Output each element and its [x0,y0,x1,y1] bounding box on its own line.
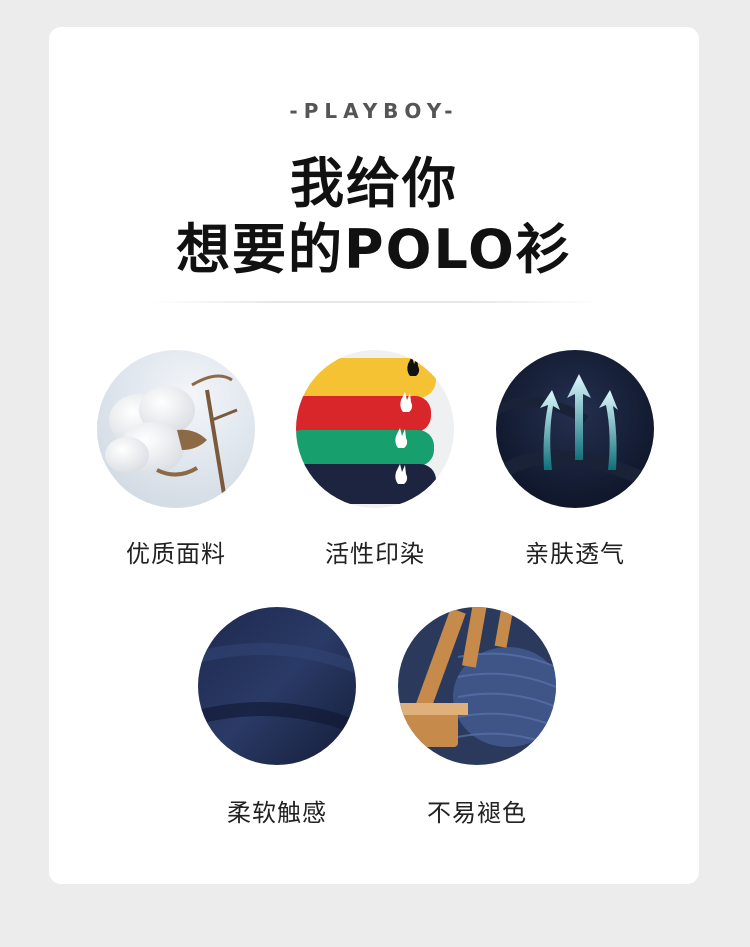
feature-reactive-dyeing: 活性印染 [285,350,465,569]
feature-label: 不易褪色 [427,799,527,827]
content-card: -PLAYBOY- 我给你 想要的POLO衫 优质面料 活性印染 亲肤透气 柔软… [49,27,699,884]
feature-label: 优质面料 [126,540,226,568]
feature-breathable: 亲肤透气 [485,350,665,569]
feature-label: 亲肤透气 [525,540,625,568]
breathable-arrows-icon [496,350,654,508]
feature-premium-fabric: 优质面料 [86,350,266,569]
feature-label: 柔软触感 [227,799,327,827]
headline-line-2: 想要的POLO衫 [176,218,572,281]
yarn-spools-icon [398,607,556,765]
divider [149,301,599,303]
cotton-icon [97,350,255,508]
feature-colorfast: 不易褪色 [387,607,567,828]
feature-soft-touch: 柔软触感 [187,607,367,828]
feature-label: 活性印染 [325,540,425,568]
brand-logo-text: -PLAYBOY- [289,99,459,123]
dyed-shirts-icon [296,350,454,508]
soft-fabric-icon [198,607,356,765]
